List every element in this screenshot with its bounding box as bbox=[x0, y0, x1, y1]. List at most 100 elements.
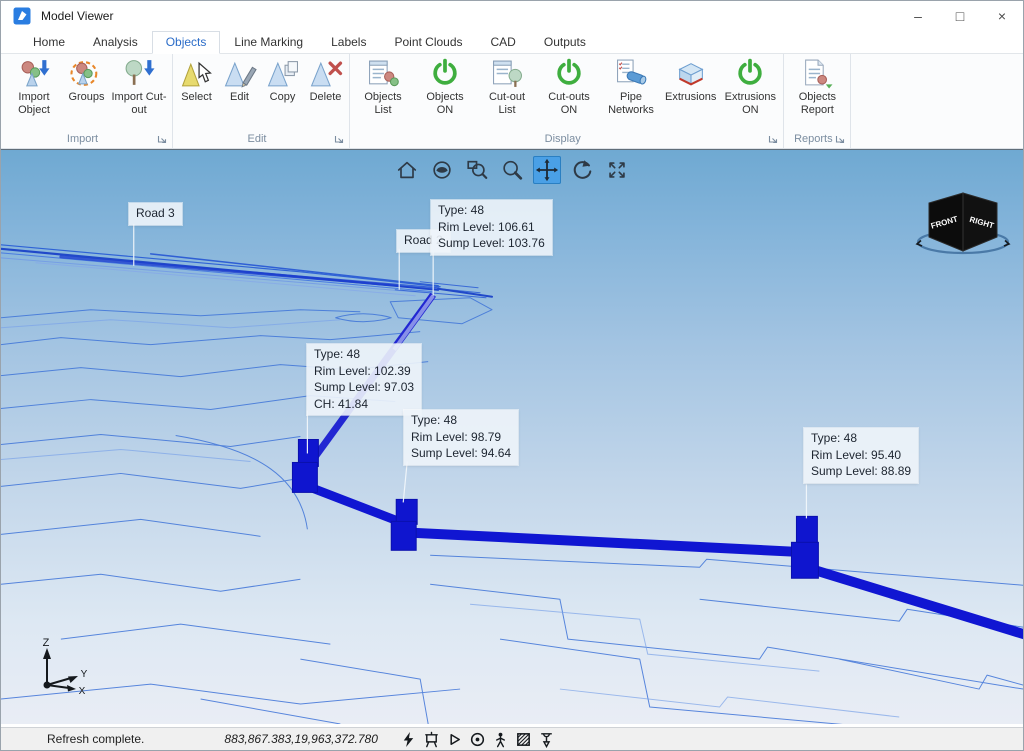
zoom-window-button[interactable] bbox=[463, 156, 491, 184]
objects-list-icon bbox=[369, 60, 399, 87]
import-dialog-launcher-icon[interactable] bbox=[157, 134, 167, 144]
objects-report-icon bbox=[805, 59, 833, 89]
edit-icon bbox=[224, 61, 257, 88]
groups-icon bbox=[69, 61, 97, 86]
objects-report-button[interactable]: Objects Report bbox=[786, 55, 848, 116]
edit-dialog-launcher-icon[interactable] bbox=[334, 134, 344, 144]
viewport-toolbar bbox=[393, 156, 631, 184]
axis-y-label: Y bbox=[81, 669, 88, 680]
manhole bbox=[291, 438, 319, 493]
import-cutout-button[interactable]: Import Cut-out bbox=[108, 55, 170, 116]
home-icon bbox=[397, 161, 417, 179]
rotate-view-icon bbox=[573, 160, 592, 179]
ribbon-tabbar: Home Analysis Objects Line Marking Label… bbox=[1, 31, 1023, 54]
manhole bbox=[390, 498, 418, 551]
ribbon-group-edit-footer: Edit bbox=[175, 131, 347, 148]
objects-on-icon bbox=[433, 58, 457, 85]
eye-toggle[interactable] bbox=[469, 730, 487, 748]
cutouts-on-icon bbox=[557, 58, 581, 85]
plumb-tool-icon bbox=[541, 732, 553, 748]
play-toggle[interactable] bbox=[446, 730, 464, 748]
ribbon-group-reports: Objects Report Reports bbox=[783, 54, 850, 148]
status-message: Refresh complete. bbox=[47, 732, 145, 746]
pipe-networks-icon bbox=[617, 59, 647, 85]
copy-icon bbox=[267, 61, 298, 87]
close-button[interactable]: × bbox=[981, 1, 1023, 31]
pit-annotation: Type: 48 Rim Level: 106.61 Sump Level: 1… bbox=[431, 200, 552, 255]
import-object-icon bbox=[21, 60, 50, 87]
ucs-axis-icon: Z Y X bbox=[43, 637, 88, 697]
ribbon-group-import-footer: Import bbox=[3, 131, 170, 148]
import-object-button[interactable]: Import Object bbox=[3, 55, 65, 116]
plumb-tool-toggle[interactable] bbox=[538, 730, 556, 748]
cutout-list-icon bbox=[493, 60, 522, 87]
zoom-button[interactable] bbox=[498, 156, 526, 184]
tab-outputs[interactable]: Outputs bbox=[530, 31, 600, 54]
edit-button[interactable]: Edit bbox=[218, 55, 261, 104]
label-leader-lines bbox=[133, 223, 808, 519]
projector-screen-toggle[interactable] bbox=[423, 730, 441, 748]
select-button[interactable]: Select bbox=[175, 55, 218, 104]
ribbon: Import Object Groups Import Cut-out Impo… bbox=[1, 53, 1023, 149]
road-corridor-lines bbox=[1, 244, 494, 299]
walking-person-icon bbox=[496, 732, 506, 747]
tab-point-clouds[interactable]: Point Clouds bbox=[380, 31, 476, 54]
pipe-networks-button[interactable]: Pipe Networks bbox=[600, 55, 662, 116]
cursor-coordinates: 883,867.383,19,963,372.780 bbox=[224, 732, 378, 746]
groups-button[interactable]: Groups bbox=[65, 55, 108, 104]
display-dialog-launcher-icon[interactable] bbox=[768, 134, 778, 144]
hatch-pattern-toggle[interactable] bbox=[515, 730, 533, 748]
window-titlebar: Model Viewer – □ × bbox=[1, 1, 1023, 31]
flash-icon bbox=[404, 731, 414, 747]
pit-annotation: Type: 48 Rim Level: 98.79 Sump Level: 94… bbox=[404, 410, 519, 465]
window-title: Model Viewer bbox=[41, 9, 114, 23]
extrusions-button[interactable]: Extrusions bbox=[662, 55, 719, 104]
contour-lines-light bbox=[1, 319, 900, 718]
axis-z-label: Z bbox=[43, 637, 50, 649]
cutouts-on-button[interactable]: Cut-outs ON bbox=[538, 55, 600, 116]
import-cutout-icon bbox=[125, 60, 155, 85]
ribbon-empty-area bbox=[850, 54, 1023, 148]
zoom-window-icon bbox=[467, 160, 488, 179]
play-icon bbox=[450, 733, 461, 745]
tab-line-marking[interactable]: Line Marking bbox=[220, 31, 317, 54]
orbit-icon bbox=[433, 161, 451, 179]
reports-dialog-launcher-icon[interactable] bbox=[835, 134, 845, 144]
orbit-view-button[interactable] bbox=[428, 156, 456, 184]
model-3d-viewport[interactable]: Road 3 Road 2 Type: 48 Rim Level: 106.61… bbox=[1, 149, 1023, 724]
objects-list-button[interactable]: Objects List bbox=[352, 55, 414, 116]
tab-labels[interactable]: Labels bbox=[317, 31, 380, 54]
zoom-icon bbox=[503, 160, 523, 180]
app-logo-icon bbox=[13, 7, 31, 25]
ribbon-group-display-footer: Display bbox=[352, 131, 781, 148]
model-viewer-window: Model Viewer – □ × Home Analysis Objects… bbox=[0, 0, 1024, 751]
walking-person-toggle[interactable] bbox=[492, 730, 510, 748]
tab-analysis[interactable]: Analysis bbox=[79, 31, 152, 54]
ribbon-group-display: Objects List Objects ON Cut-out List Cut… bbox=[349, 54, 783, 148]
minimize-button[interactable]: – bbox=[897, 1, 939, 31]
pan-button[interactable] bbox=[533, 156, 561, 184]
contour-lines bbox=[1, 297, 1023, 724]
objects-on-button[interactable]: Objects ON bbox=[414, 55, 476, 116]
tab-cad[interactable]: CAD bbox=[477, 31, 530, 54]
delete-button[interactable]: Delete bbox=[304, 55, 347, 104]
status-bar: Refresh complete. 883,867.383,19,963,372… bbox=[1, 727, 1023, 750]
home-view-button[interactable] bbox=[393, 156, 421, 184]
view-cube[interactable]: FRONT RIGHT bbox=[915, 188, 1011, 260]
cutout-list-button[interactable]: Cut-out List bbox=[476, 55, 538, 116]
tab-objects[interactable]: Objects bbox=[151, 31, 221, 54]
flash-toggle[interactable] bbox=[400, 730, 418, 748]
extrusions-icon bbox=[678, 63, 704, 86]
maximize-button[interactable]: □ bbox=[939, 1, 981, 31]
extrusions-on-button[interactable]: Extrusions ON bbox=[719, 55, 781, 116]
manhole bbox=[790, 515, 819, 579]
delete-icon bbox=[310, 61, 342, 87]
zoom-extents-button[interactable] bbox=[603, 156, 631, 184]
ribbon-group-reports-footer: Reports bbox=[786, 131, 848, 148]
copy-button[interactable]: Copy bbox=[261, 55, 304, 104]
ribbon-group-import: Import Object Groups Import Cut-out Impo… bbox=[1, 54, 172, 148]
rotate-view-button[interactable] bbox=[568, 156, 596, 184]
tab-home[interactable]: Home bbox=[19, 31, 79, 54]
extrusions-on-icon bbox=[738, 58, 763, 85]
window-controls: – □ × bbox=[897, 1, 1023, 31]
